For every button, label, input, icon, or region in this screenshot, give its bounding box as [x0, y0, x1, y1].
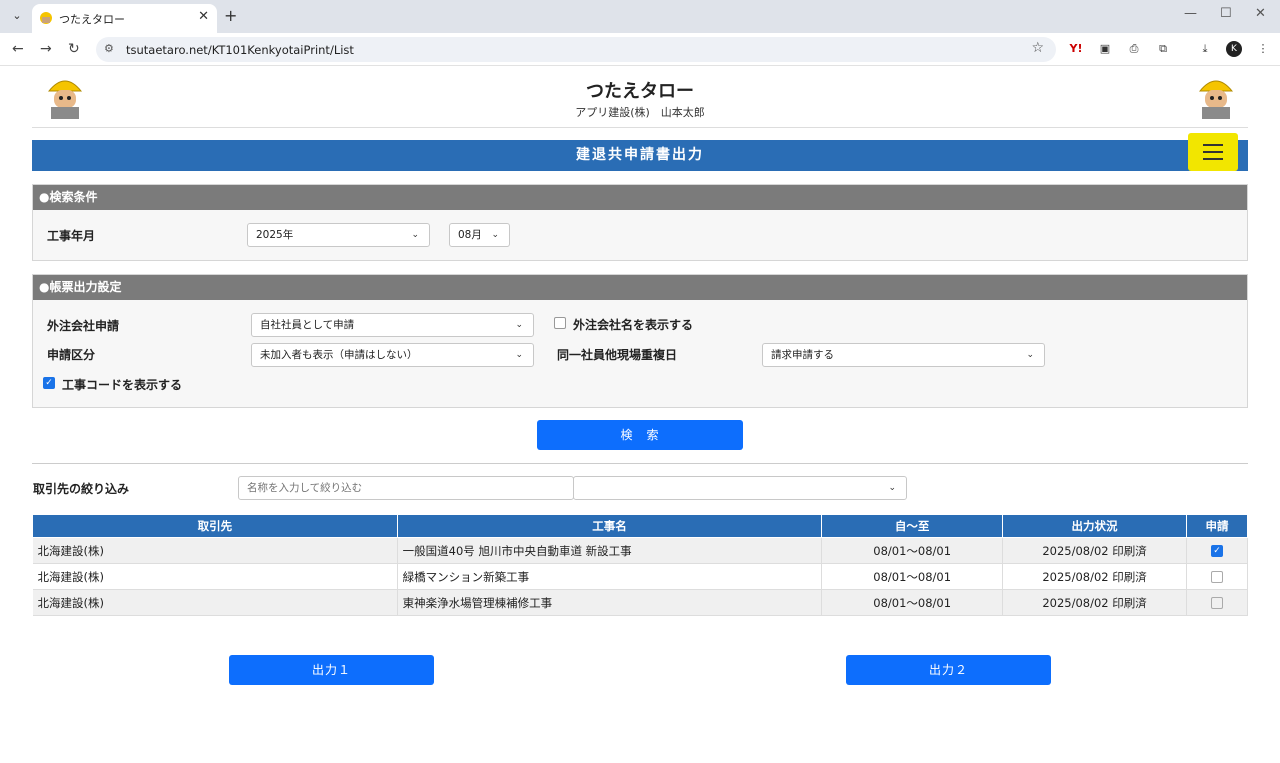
kebab-menu-icon[interactable]: ⋮	[1255, 41, 1271, 57]
col-work-header: 工事名	[396, 514, 823, 538]
chevron-down-icon: ⌄	[491, 230, 499, 240]
address-bar: ← → ↻ ⚙ tsutaetaro.net/KT101KenkyotaiPri…	[0, 33, 1280, 66]
results-table: 取引先 工事名 自～至 出力状況 申請 北海建設(株) 一般国道40号 旭川市中…	[32, 514, 1248, 616]
client-filter-select[interactable]: ⌄	[573, 476, 907, 500]
search-conditions-heading: ●検索条件	[33, 185, 1247, 210]
year-select-value: 2025年	[256, 229, 294, 241]
output-settings-section: ●帳票出力設定 外注会社申請 自社社員として申請 ⌄ 外注会社名を表示する 申請…	[32, 274, 1248, 408]
tab-close-icon[interactable]: ✕	[198, 9, 209, 24]
cell-client: 北海建設(株)	[32, 589, 398, 616]
cell-applied	[1186, 563, 1248, 590]
tab-search-chevron-icon[interactable]: ⌄	[6, 6, 28, 26]
table-row: 北海建設(株) 一般国道40号 旭川市中央自動車道 新設工事 08/01～08/…	[32, 537, 1248, 564]
search-conditions-section: ●検索条件 工事年月 2025年 ⌄ 08月 ⌄	[32, 184, 1248, 261]
applied-checkbox[interactable]	[1211, 597, 1223, 609]
cell-work: 緑橋マンション新築工事	[397, 563, 823, 590]
month-select-value: 08月	[458, 229, 482, 241]
col-client-header: 取引先	[32, 514, 398, 538]
show-subcontractor-name-checkbox[interactable]	[554, 317, 566, 329]
client-filter-label: 取引先の絞り込み	[33, 482, 130, 496]
application-type-select-value: 未加入者も表示（申請はしない）	[260, 349, 418, 361]
cell-work: 一般国道40号 旭川市中央自動車道 新設工事	[397, 537, 823, 564]
month-select[interactable]: 08月 ⌄	[449, 223, 510, 247]
cell-status: 2025/08/02 印刷済	[1002, 537, 1187, 564]
chevron-down-icon: ⌄	[515, 320, 523, 330]
back-arrow-icon[interactable]: ←	[12, 41, 24, 57]
tab-title: つたえタロー	[59, 13, 125, 26]
company-user: アプリ建設(株) 山本太郎	[575, 106, 705, 119]
work-month-label: 工事年月	[47, 229, 96, 243]
duplicate-day-label: 同一社員他現場重複日	[557, 348, 678, 362]
cell-applied	[1186, 589, 1248, 616]
cell-client: 北海建設(株)	[32, 537, 398, 564]
client-filter-input[interactable]	[238, 476, 574, 500]
output-2-button[interactable]: 出力２	[846, 655, 1051, 685]
extensions-puzzle-icon[interactable]: ⧉	[1155, 41, 1171, 57]
window-close-icon[interactable]: ✕	[1255, 6, 1266, 21]
applied-checkbox[interactable]: ✓	[1211, 545, 1223, 557]
translate-extension-icon[interactable]: ▣	[1097, 41, 1113, 57]
download-icon[interactable]: ⤓	[1197, 41, 1213, 57]
cell-status: 2025/08/02 印刷済	[1002, 589, 1187, 616]
applied-checkbox[interactable]	[1211, 571, 1223, 583]
minimize-icon[interactable]: —	[1184, 6, 1197, 21]
profile-avatar[interactable]: K	[1226, 41, 1242, 57]
page-content: つたえタロー アプリ建設(株) 山本太郎 建退共申請書出力 ●検索条件 工事年月…	[0, 67, 1280, 763]
page-title: 建退共申請書出力	[32, 140, 1248, 171]
show-work-code-label: 工事コードを表示する	[62, 378, 183, 392]
duplicate-day-select[interactable]: 請求申請する ⌄	[762, 343, 1045, 367]
yahoo-extension-icon[interactable]: Y!	[1068, 41, 1084, 57]
table-row: 北海建設(株) 緑橋マンション新築工事 08/01～08/01 2025/08/…	[32, 563, 1248, 590]
application-type-select[interactable]: 未加入者も表示（申請はしない） ⌄	[251, 343, 534, 367]
cell-period: 08/01～08/01	[821, 537, 1004, 564]
section-divider	[32, 463, 1248, 464]
subcontractor-select[interactable]: 自社社員として申請 ⌄	[251, 313, 534, 337]
chevron-down-icon: ⌄	[515, 350, 523, 360]
bookmark-star-icon[interactable]: ☆	[1031, 40, 1044, 56]
hamburger-menu-button[interactable]	[1188, 133, 1238, 171]
app-title: つたえタロー	[586, 81, 694, 102]
cell-applied: ✓	[1186, 537, 1248, 564]
duplicate-day-select-value: 請求申請する	[771, 349, 834, 361]
table-header-row: 取引先 工事名 自～至 出力状況 申請	[32, 514, 1248, 538]
table-row: 北海建設(株) 東神楽浄水場管理棟補修工事 08/01～08/01 2025/0…	[32, 589, 1248, 616]
maximize-icon[interactable]: ☐	[1220, 6, 1232, 21]
cell-period: 08/01～08/01	[821, 589, 1004, 616]
search-button[interactable]: 検 索	[537, 420, 743, 450]
cell-client: 北海建設(株)	[32, 563, 398, 590]
cell-status: 2025/08/02 印刷済	[1002, 563, 1187, 590]
new-tab-icon[interactable]: +	[224, 6, 237, 25]
output-1-button[interactable]: 出力１	[229, 655, 434, 685]
cell-period: 08/01～08/01	[821, 563, 1004, 590]
reload-icon[interactable]: ↻	[68, 41, 80, 57]
forward-arrow-icon[interactable]: →	[40, 41, 52, 57]
col-status-header: 出力状況	[1002, 514, 1187, 538]
site-settings-icon[interactable]: ⚙	[104, 42, 114, 55]
printer-extension-icon[interactable]: ⎙	[1126, 41, 1142, 57]
show-subcontractor-name-label: 外注会社名を表示する	[573, 318, 694, 332]
cell-work: 東神楽浄水場管理棟補修工事	[397, 589, 823, 616]
subcontractor-label: 外注会社申請	[47, 319, 120, 333]
header-divider	[32, 127, 1248, 128]
col-period-header: 自～至	[821, 514, 1004, 538]
show-work-code-checkbox[interactable]: ✓	[43, 377, 55, 389]
browser-tab-bar: ⌄ つたえタロー ✕ + — ☐ ✕	[0, 0, 1280, 33]
chevron-down-icon: ⌄	[411, 230, 419, 240]
output-settings-heading: ●帳票出力設定	[33, 275, 1247, 300]
application-type-label: 申請区分	[47, 348, 96, 362]
url-field[interactable]: ⚙ tsutaetaro.net/KT101KenkyotaiPrint/Lis…	[96, 37, 1056, 62]
favicon-icon	[40, 12, 52, 24]
subcontractor-select-value: 自社社員として申請	[260, 319, 355, 331]
url-text: tsutaetaro.net/KT101KenkyotaiPrint/List	[126, 43, 354, 57]
chevron-down-icon: ⌄	[1026, 350, 1034, 360]
browser-tab[interactable]: つたえタロー ✕	[32, 4, 217, 33]
year-select[interactable]: 2025年 ⌄	[247, 223, 430, 247]
col-applied-header: 申請	[1186, 514, 1248, 538]
chevron-down-icon: ⌄	[888, 483, 896, 493]
